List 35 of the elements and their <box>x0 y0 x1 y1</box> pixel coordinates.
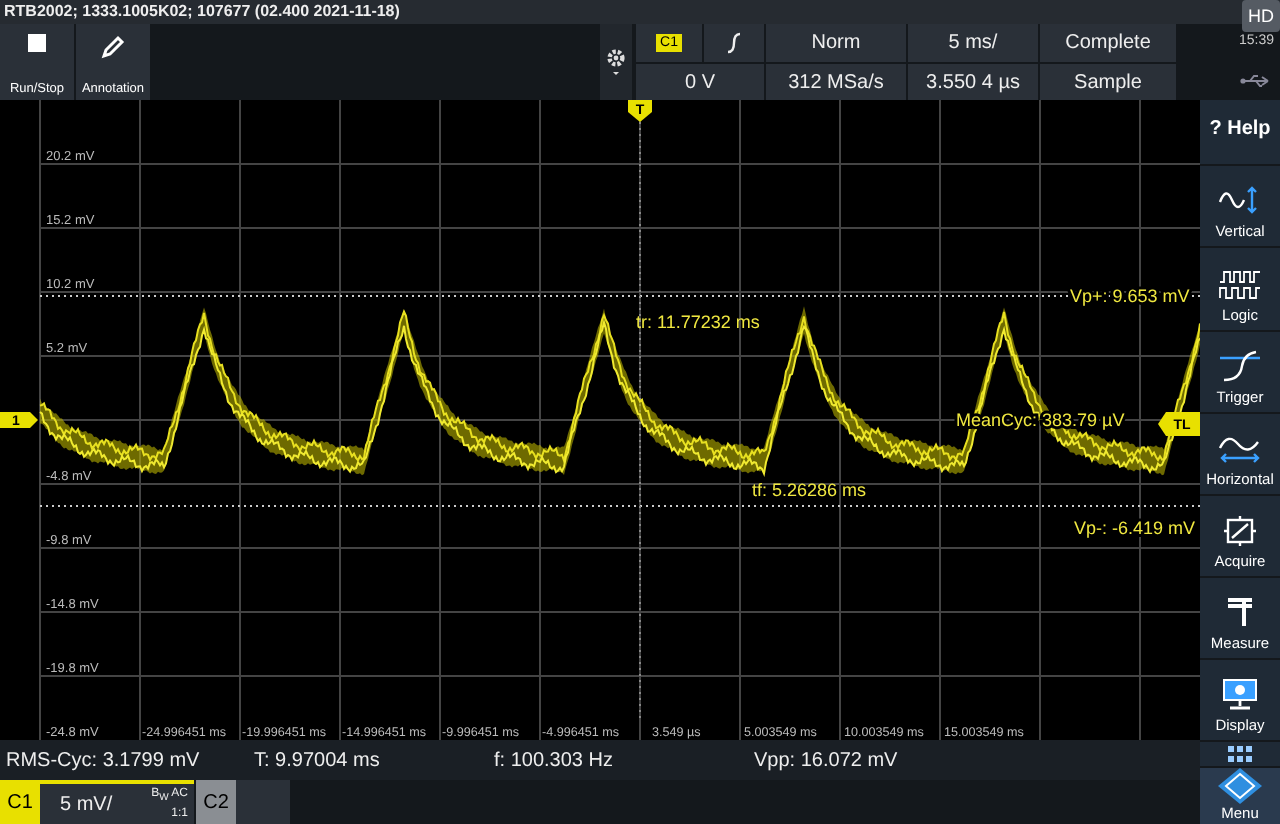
acquire-icon <box>1222 514 1258 547</box>
channel-tab[interactable]: C2 <box>196 780 236 824</box>
rising-edge-icon <box>726 32 742 54</box>
vertical-scale-text: 5 mV/ <box>60 793 113 815</box>
time-scale-text[interactable]: 5 ms/ <box>908 24 1038 62</box>
pencil-icon <box>100 34 126 60</box>
sine-wave-icon <box>1218 184 1262 217</box>
measurement-label: Vp-: -6.419 mV <box>1074 518 1196 538</box>
trigger-level-text[interactable]: 0 V <box>636 64 764 102</box>
measurement-result: Vpp: 16.072 mV <box>754 749 900 771</box>
instrument-info-text: RTB2002; 1333.1005K02; 107677 (02.400 2021-11-18) <box>4 2 400 20</box>
trigger-mode-text[interactable]: Norm <box>766 24 906 62</box>
stop-icon <box>28 34 46 52</box>
time-position-text[interactable]: 3.550 4 µs <box>908 64 1038 102</box>
acquisition-status-text: Complete <box>1040 24 1176 62</box>
usb-icon <box>1240 74 1272 88</box>
monitor-icon <box>1220 678 1260 711</box>
hd-badge: HD <box>1242 0 1280 32</box>
measurement-result: RMS-Cyc: 3.1799 mV <box>6 749 202 771</box>
settings-icon[interactable] <box>606 48 626 76</box>
channel-tab[interactable]: C1 <box>0 780 40 824</box>
trigger-edge-icon <box>1218 349 1262 382</box>
measurement-result: f: 100.303 Hz <box>494 749 615 771</box>
help-button[interactable]: ? Help <box>1200 100 1280 165</box>
caliper-icon <box>1224 596 1256 629</box>
acquisition-mode-text[interactable]: Sample <box>1040 64 1176 102</box>
measurement-result: T: 9.97004 ms <box>254 749 382 771</box>
measurement-label: tr: 11.77232 ms <box>636 312 760 332</box>
diamond-logo-icon <box>1214 768 1266 805</box>
apps-button[interactable] <box>1200 742 1280 767</box>
measurement-label: tf: 5.26286 ms <box>752 480 867 500</box>
sample-rate-text: 312 MSa/s <box>766 64 906 102</box>
grid-icon <box>1228 746 1252 763</box>
digital-signal-icon <box>1218 267 1262 300</box>
measurement-label: Vp+: 9.653 mV <box>1070 286 1190 306</box>
